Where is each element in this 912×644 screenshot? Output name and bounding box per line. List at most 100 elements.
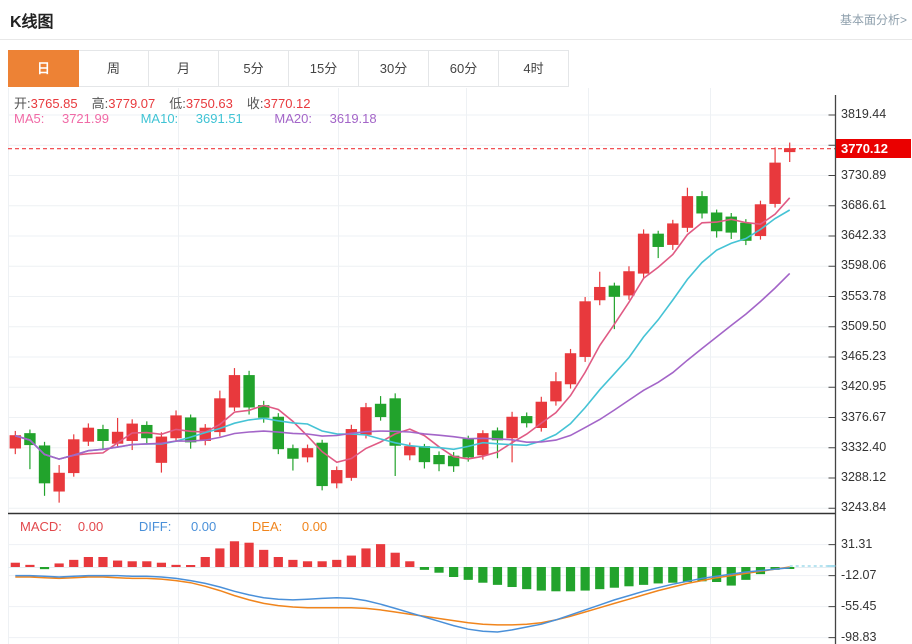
macd-bar-negative (478, 567, 487, 583)
price-axis-tick-label: 3376.67 (841, 410, 886, 424)
macd-axis-tick-label: -98.83 (841, 630, 876, 644)
tab-interval-7[interactable]: 60分 (429, 50, 499, 87)
price-axis-tick-label: 3553.78 (841, 289, 886, 303)
macd-axis-tick-label: -12.07 (841, 568, 876, 582)
header-bar: K线图 基本面分析> (0, 0, 912, 40)
candle-down (288, 449, 298, 459)
macd-bar-positive (84, 557, 93, 567)
candle-up (682, 197, 692, 228)
candle-up (83, 428, 93, 441)
tab-interval-2[interactable]: 周 (79, 50, 149, 87)
high-label: 高: (92, 96, 109, 111)
price-axis-tick-label: 3288.12 (841, 470, 886, 484)
macd-bar-negative (434, 567, 443, 573)
candle-down (317, 443, 327, 485)
candle-up (229, 376, 239, 407)
page-title: K线图 (10, 8, 54, 32)
candle-up (346, 430, 356, 478)
price-axis-tick-label: 3730.89 (841, 168, 886, 182)
macd-bar-positive (332, 560, 341, 567)
macd-bar-negative (40, 567, 49, 569)
macd-legend: MACD:0.00 DIFF: 0.00 DEA: 0.00 (20, 519, 359, 534)
candle-down (375, 404, 385, 416)
macd-bar-positive (318, 561, 327, 567)
candle-up (361, 408, 371, 435)
ma10-legend: MA10: 3691.51 (141, 111, 257, 126)
low-label: 低: (169, 96, 186, 111)
macd-axis-tick-label: 31.31 (841, 537, 872, 551)
candle-up (638, 234, 648, 273)
candle-down (521, 417, 531, 423)
candle-down (434, 456, 444, 464)
macd-bar-positive (405, 561, 414, 567)
candle-down (244, 376, 254, 407)
price-axis-tick-label: 3598.06 (841, 258, 886, 272)
macd-bar-positive (361, 548, 370, 567)
current-price-badge: 3770.12 (836, 139, 911, 158)
tab-interval-6[interactable]: 30分 (359, 50, 429, 87)
ma5-legend: MA5: 3721.99 (14, 111, 123, 126)
candle-up (171, 416, 181, 438)
fundamental-analysis-link[interactable]: 基本面分析> (840, 11, 907, 28)
dea-value-legend: DEA: 0.00 (252, 519, 343, 534)
price-axis-tick-label: 3819.44 (841, 107, 886, 121)
macd-bar-negative (507, 567, 516, 587)
macd-bar-negative (566, 567, 575, 591)
low-value: 3750.63 (186, 96, 233, 111)
candle-up (405, 447, 415, 455)
candle-up (507, 417, 517, 437)
candle-down (697, 197, 707, 213)
candle-up (156, 437, 166, 462)
tab-interval-1[interactable]: 日 (8, 50, 79, 87)
open-label: 开: (14, 96, 31, 111)
tab-interval-5[interactable]: 15分 (289, 50, 359, 87)
macd-bar-positive (230, 541, 239, 567)
macd-bar-positive (69, 560, 78, 567)
high-value: 3779.07 (108, 96, 155, 111)
price-axis-tick-label: 3243.84 (841, 500, 886, 514)
macd-axis-tick-label: -55.45 (841, 599, 876, 613)
candle-down (419, 447, 429, 462)
macd-bar-positive (303, 561, 312, 567)
tab-interval-4[interactable]: 5分 (219, 50, 289, 87)
macd-bar-positive (128, 561, 137, 567)
candle-down (142, 425, 152, 437)
macd-bar-negative (610, 567, 619, 588)
interval-tabbar: 日周月5分15分30分60分4时 (8, 50, 569, 87)
tab-interval-8[interactable]: 4时 (499, 50, 569, 87)
macd-bar-negative (595, 567, 604, 589)
ma-legend: MA5: 3721.99 MA10: 3691.51 MA20: 3619.18 (14, 111, 405, 126)
candle-up (595, 287, 605, 299)
macd-bar-negative (420, 567, 429, 570)
macd-bar-negative (581, 567, 590, 591)
ma10-line (15, 210, 789, 459)
diff-value-legend: DIFF: 0.00 (139, 519, 232, 534)
candle-up (302, 449, 312, 457)
price-axis-tick-label: 3642.33 (841, 228, 886, 242)
macd-bar-positive (215, 548, 224, 567)
candle-down (653, 234, 663, 246)
ohlc-legend: 开:3765.85高:3779.07低:3750.63收:3770.12 (14, 93, 325, 112)
macd-bar-negative (683, 567, 692, 582)
price-axis-tick-label: 3332.40 (841, 440, 886, 454)
candle-up (112, 432, 122, 443)
candle-down (390, 399, 400, 445)
macd-value-legend: MACD:0.00 (20, 519, 119, 534)
close-value: 3770.12 (264, 96, 311, 111)
candle-up (565, 354, 575, 384)
macd-bar-positive (288, 560, 297, 567)
macd-bar-negative (654, 567, 663, 583)
macd-bar-positive (171, 565, 180, 567)
candle-up (551, 382, 561, 401)
macd-bar-negative (639, 567, 648, 585)
macd-bar-positive (201, 557, 210, 567)
macd-bar-positive (142, 561, 151, 567)
candle-up (624, 272, 634, 295)
macd-bar-positive (244, 543, 253, 567)
macd-bar-positive (376, 544, 385, 567)
macd-bar-positive (391, 553, 400, 567)
macd-bar-negative (551, 567, 560, 591)
tab-interval-3[interactable]: 月 (149, 50, 219, 87)
macd-bar-positive (157, 563, 166, 567)
ma20-legend: MA20: 3619.18 (274, 111, 390, 126)
